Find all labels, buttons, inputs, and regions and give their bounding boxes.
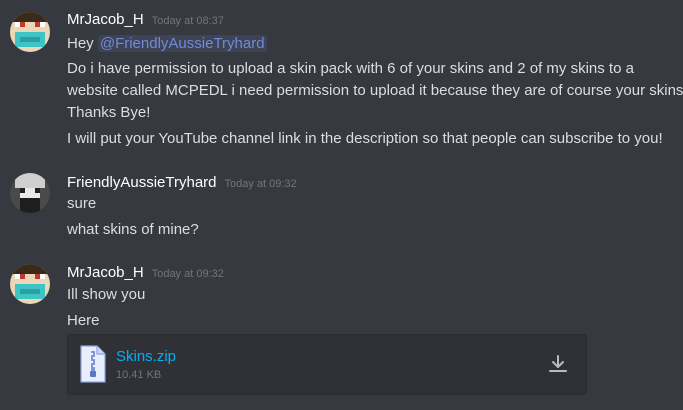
message-line: Ill show you bbox=[67, 286, 146, 303]
file-zip-icon bbox=[80, 345, 106, 388]
download-icon[interactable] bbox=[546, 352, 570, 376]
attachment-filesize: 10.41 KB bbox=[116, 369, 162, 381]
user-mention[interactable]: @FriendlyAussieTryhard bbox=[97, 35, 267, 52]
message-line: Hey @FriendlyAussieTryhard bbox=[67, 33, 683, 55]
timestamp: Today at 09:32 bbox=[151, 268, 224, 280]
message-header: FriendlyAussieTryhard Today at 09:32 bbox=[67, 173, 297, 193]
message-line: website called MCPEDL i need permission … bbox=[67, 82, 683, 99]
avatar-mrjacob[interactable] bbox=[10, 12, 50, 52]
message-line: I will put your YouTube channel link in … bbox=[67, 130, 663, 147]
file-attachment: Skins.zip 10.41 KB bbox=[67, 334, 587, 395]
avatar-mrjacob[interactable] bbox=[10, 264, 50, 304]
username[interactable]: FriendlyAussieTryhard bbox=[67, 174, 217, 191]
message-line: sure bbox=[67, 195, 97, 212]
attachment-filename[interactable]: Skins.zip bbox=[116, 348, 176, 366]
timestamp: Today at 08:37 bbox=[151, 15, 224, 27]
message-line: what skins of mine? bbox=[67, 221, 199, 238]
message-text: Hey bbox=[67, 35, 98, 52]
timestamp: Today at 09:32 bbox=[224, 178, 297, 190]
message-line: Do i have permission to upload a skin pa… bbox=[67, 60, 634, 77]
username[interactable]: MrJacob_H bbox=[67, 264, 144, 281]
message-header: MrJacob_H Today at 09:32 bbox=[67, 263, 224, 283]
message-header: MrJacob_H Today at 08:37 bbox=[67, 10, 224, 30]
avatar-friendlyaussietryhard[interactable] bbox=[10, 173, 50, 213]
message-line: Here bbox=[67, 312, 100, 329]
message-line: Thanks Bye! bbox=[67, 104, 151, 121]
username[interactable]: MrJacob_H bbox=[67, 11, 144, 28]
